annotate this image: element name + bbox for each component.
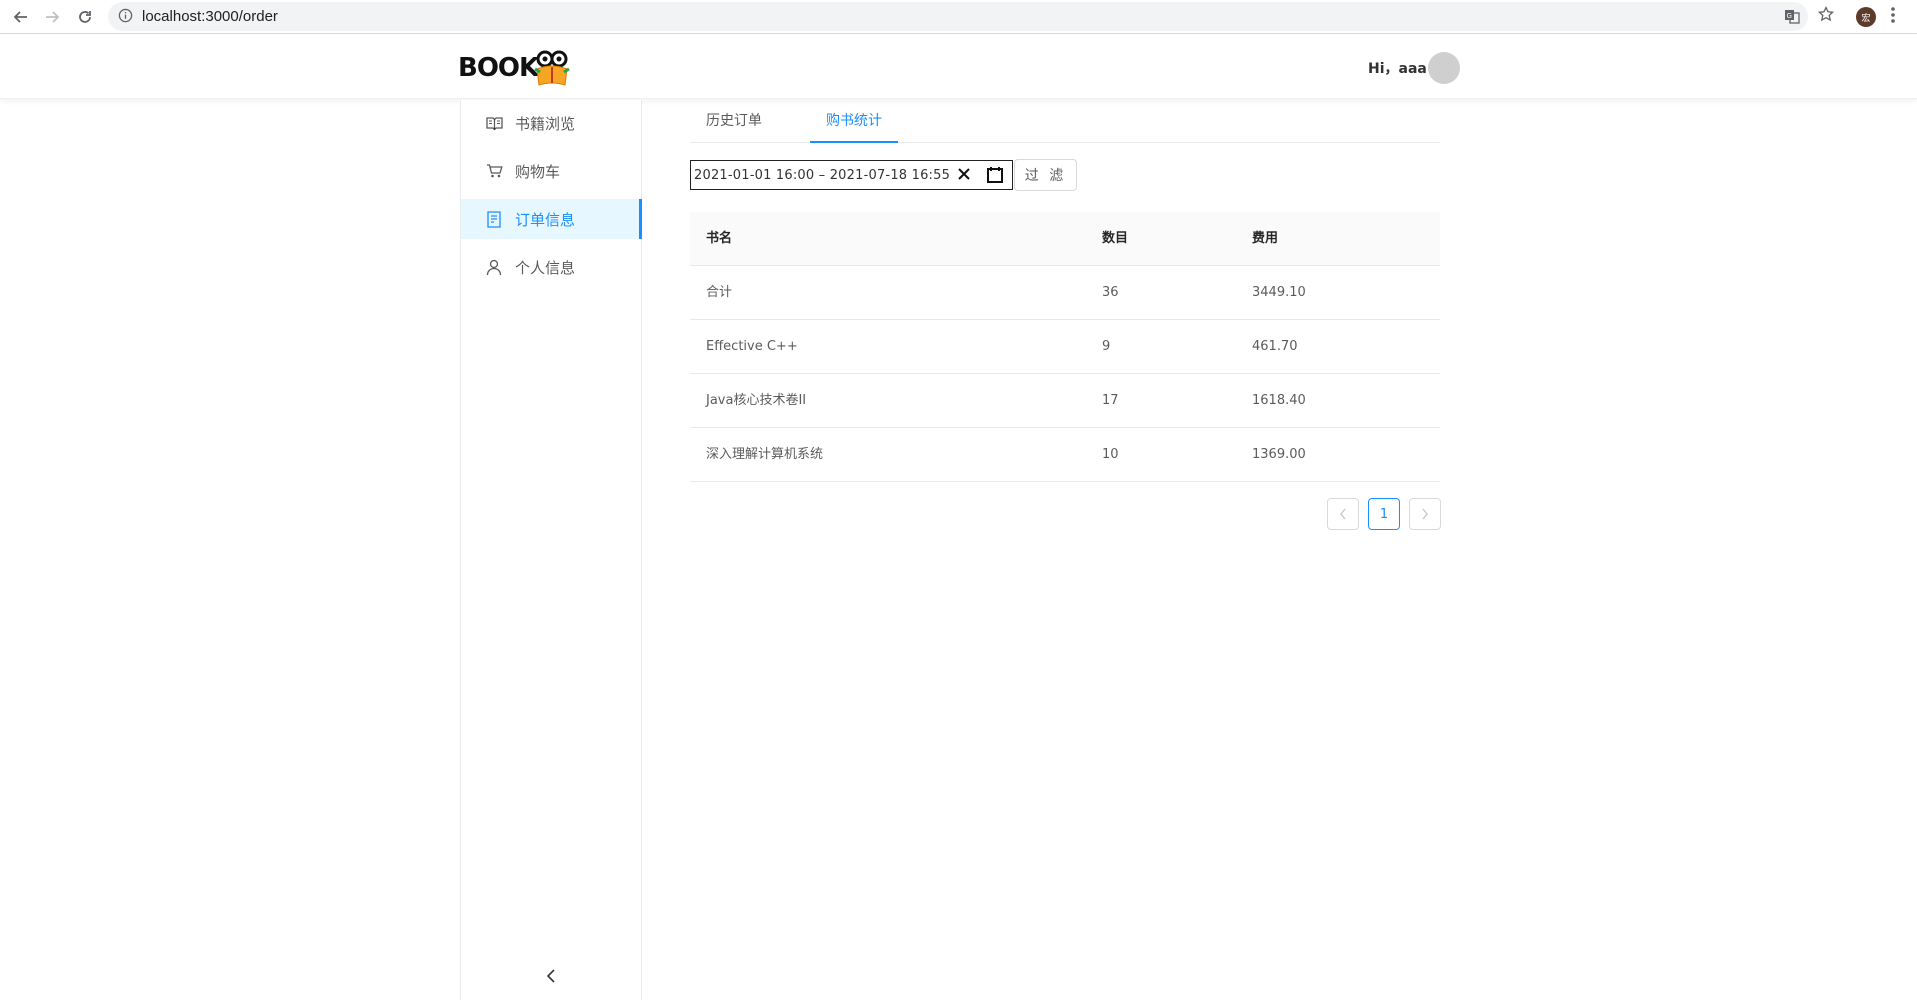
pagination: 1: [1327, 498, 1441, 530]
address-bar[interactable]: localhost:3000/order G: [108, 2, 1808, 31]
user-icon: [486, 258, 504, 276]
cell-cost: 461.70: [1252, 339, 1298, 354]
cell-title: Effective C++: [706, 339, 798, 354]
chevron-right-icon: [1422, 508, 1428, 520]
browser-profile-avatar[interactable]: 宏: [1856, 7, 1876, 27]
sidebar-collapse-button[interactable]: [541, 966, 561, 986]
sidebar-item-label: 个人信息: [515, 258, 576, 277]
table-row: 合计 36 3449.10: [690, 266, 1440, 320]
sidebar-item-orders[interactable]: 订单信息: [461, 199, 642, 239]
cell-cost: 1618.40: [1252, 393, 1306, 408]
bookmark-star-icon[interactable]: [1817, 5, 1835, 26]
column-header-title: 书名: [706, 231, 733, 246]
cell-count: 36: [1102, 285, 1119, 300]
filter-button[interactable]: 过 滤: [1014, 159, 1077, 191]
reload-icon: [79, 11, 91, 23]
chevron-left-icon: [1340, 508, 1346, 520]
url-text: localhost:3000/order: [142, 8, 278, 25]
date-range-picker[interactable]: 2021-01-01 16:00 – 2021-07-18 16:55: [690, 160, 1013, 190]
arrow-right-icon: [46, 11, 60, 23]
back-button[interactable]: [9, 5, 33, 29]
book-mascot-icon: [534, 50, 570, 86]
active-tab-indicator: [810, 141, 898, 143]
sidebar-item-cart[interactable]: 购物车: [461, 151, 642, 191]
order-tabs: 历史订单 购书统计: [690, 100, 1440, 143]
purchase-stats-table: 书名 数目 费用 合计 36 3449.10 Effective C++ 9 4…: [690, 212, 1440, 482]
cell-count: 10: [1102, 447, 1119, 462]
avatar[interactable]: [1428, 52, 1460, 84]
sidebar-item-label: 购物车: [515, 162, 561, 181]
translate-icon[interactable]: G: [1784, 8, 1800, 28]
book-open-icon: [486, 114, 504, 132]
sidebar-item-label: 书籍浏览: [515, 114, 576, 133]
cell-title: 深入理解计算机系统: [706, 447, 824, 462]
tab-order-history[interactable]: 历史订单: [706, 100, 762, 142]
table-row: Java核心技术卷II 17 1618.40: [690, 374, 1440, 428]
book-logo[interactable]: BOOK: [458, 50, 572, 86]
svg-text:G: G: [1787, 12, 1792, 20]
forward-button[interactable]: [40, 5, 64, 29]
sidebar-item-label: 订单信息: [515, 210, 576, 229]
cell-cost: 3449.10: [1252, 285, 1306, 300]
cell-count: 17: [1102, 393, 1119, 408]
browser-menu-icon[interactable]: [1890, 6, 1896, 28]
calendar-icon[interactable]: [986, 166, 1004, 188]
logo-text: BOOK: [458, 53, 539, 83]
column-header-count: 数目: [1102, 231, 1129, 246]
browser-toolbar: localhost:3000/order G 宏: [0, 0, 1917, 34]
order-doc-icon: [486, 210, 504, 228]
sidebar-item-books[interactable]: 书籍浏览: [461, 103, 642, 143]
site-info-icon[interactable]: [118, 8, 133, 27]
cell-count: 9: [1102, 339, 1111, 354]
page-number-button[interactable]: 1: [1368, 498, 1400, 530]
arrow-left-icon: [13, 11, 27, 23]
reload-button[interactable]: [73, 5, 97, 29]
next-page-button[interactable]: [1409, 498, 1441, 530]
table-row: Effective C++ 9 461.70: [690, 320, 1440, 374]
shopping-cart-icon: [486, 162, 504, 180]
column-header-cost: 费用: [1252, 231, 1279, 246]
date-range-text: 2021-01-01 16:00 – 2021-07-18 16:55: [694, 167, 951, 183]
sidebar-item-profile[interactable]: 个人信息: [461, 247, 642, 287]
user-greeting: Hi，aaa: [1368, 61, 1427, 77]
app-header: BOOK Hi，aaa: [0, 35, 1917, 99]
tab-purchase-stats[interactable]: 购书统计: [826, 100, 882, 142]
sidebar: 书籍浏览 购物车 订单信息 个人信息: [460, 100, 642, 1000]
cell-title: Java核心技术卷II: [706, 393, 807, 408]
clear-icon[interactable]: [957, 167, 971, 185]
cell-title: 合计: [706, 285, 733, 300]
table-row: 深入理解计算机系统 10 1369.00: [690, 428, 1440, 482]
prev-page-button[interactable]: [1327, 498, 1359, 530]
cell-cost: 1369.00: [1252, 447, 1306, 462]
table-header-row: 书名 数目 费用: [690, 212, 1440, 266]
chevron-left-icon: [546, 969, 555, 983]
